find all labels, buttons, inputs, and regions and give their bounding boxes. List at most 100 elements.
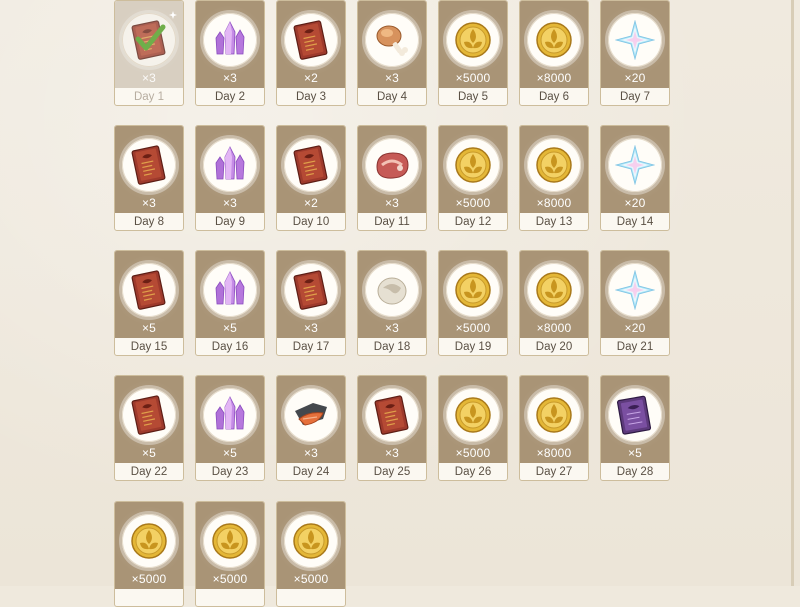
reward-card[interactable]: ×5000 Day 19 — [438, 250, 508, 356]
item-quantity: ×3 — [384, 446, 400, 460]
reward-card[interactable]: ×5000 — [195, 501, 265, 607]
item-frame — [203, 514, 257, 568]
item-quantity: ×3 — [384, 196, 400, 210]
reward-card[interactable]: ×3 Day 8 — [114, 125, 184, 231]
egg-icon — [377, 277, 407, 305]
mora-coin-icon — [293, 523, 329, 559]
item-frame — [365, 138, 419, 192]
item-quantity: ×5000 — [212, 572, 248, 586]
reward-card-top: ×5 — [196, 251, 264, 338]
primogem-icon — [615, 145, 655, 185]
day-label: Day 15 — [130, 341, 168, 353]
item-quantity: ×8000 — [536, 196, 572, 210]
reward-card[interactable]: ×2 Day 3 — [276, 0, 346, 106]
item-frame — [365, 13, 419, 67]
reward-card[interactable]: ×3 Day 2 — [195, 0, 265, 106]
item-frame — [608, 388, 662, 442]
reward-card-top: ×5000 — [439, 126, 507, 213]
reward-card[interactable]: ×3 Day 9 — [195, 125, 265, 231]
reward-card-top: ×5000 — [196, 502, 264, 589]
reward-card[interactable]: ×5000 — [114, 501, 184, 607]
reward-card[interactable]: ×3 Day 1 — [114, 0, 184, 106]
recipe-book-icon — [131, 395, 166, 435]
mora-coin-icon — [131, 523, 167, 559]
item-frame — [203, 263, 257, 317]
item-quantity: ×5000 — [455, 196, 491, 210]
item-quantity: ×5000 — [455, 321, 491, 335]
reward-card[interactable]: ×5 Day 23 — [195, 375, 265, 481]
day-label: Day 6 — [538, 91, 570, 103]
reward-card[interactable]: ×2 Day 10 — [276, 125, 346, 231]
item-frame — [122, 388, 176, 442]
reward-card-top: ×20 — [601, 251, 669, 338]
item-quantity: ×5000 — [455, 71, 491, 85]
reward-card[interactable]: ×5 Day 28 — [600, 375, 670, 481]
primogem-icon — [615, 270, 655, 310]
item-frame — [203, 138, 257, 192]
reward-card[interactable]: ×5 Day 16 — [195, 250, 265, 356]
reward-card-top: ×3 — [277, 251, 345, 338]
reward-card[interactable]: ×3 Day 11 — [357, 125, 427, 231]
reward-card-top: ×8000 — [520, 1, 588, 88]
sparkle-icon — [169, 11, 177, 19]
reward-card-top: ×3 — [358, 251, 426, 338]
chicken-leg-icon — [376, 25, 408, 56]
day-label: Day 21 — [616, 341, 654, 353]
reward-card-top: ×5 — [115, 251, 183, 338]
mora-coin-icon — [536, 22, 572, 58]
recipe-book-icon — [293, 20, 328, 60]
crystal-icon — [215, 146, 245, 180]
day-label: Day 16 — [211, 341, 249, 353]
reward-card[interactable]: ×8000 Day 27 — [519, 375, 589, 481]
item-quantity: ×5 — [222, 321, 238, 335]
reward-card-top: ×3 — [277, 376, 345, 463]
crystal-icon — [215, 271, 245, 305]
reward-card[interactable]: ×3 Day 24 — [276, 375, 346, 481]
reward-card[interactable]: ×5 Day 22 — [114, 375, 184, 481]
day-label: Day 7 — [619, 91, 651, 103]
item-frame — [608, 138, 662, 192]
day-label: Day 8 — [133, 216, 165, 228]
reward-card[interactable]: ×3 Day 4 — [357, 0, 427, 106]
item-frame — [284, 13, 338, 67]
day-label: Day 18 — [373, 341, 411, 353]
item-quantity: ×3 — [384, 71, 400, 85]
reward-card[interactable]: ×3 Day 17 — [276, 250, 346, 356]
reward-card[interactable]: ×5000 — [276, 501, 346, 607]
item-quantity: ×5000 — [293, 572, 329, 586]
reward-card-top: ×5000 — [439, 1, 507, 88]
day-label: Day 1 — [133, 91, 165, 103]
reward-card-top: ×20 — [601, 1, 669, 88]
item-quantity: ×8000 — [536, 446, 572, 460]
reward-card[interactable]: ×20 Day 21 — [600, 250, 670, 356]
item-frame — [527, 388, 581, 442]
reward-card[interactable]: ×5000 Day 5 — [438, 0, 508, 106]
item-frame — [527, 13, 581, 67]
item-quantity: ×3 — [222, 196, 238, 210]
recipe-book-icon — [293, 270, 328, 310]
day-label: Day 26 — [454, 466, 492, 478]
reward-card[interactable]: ×5000 Day 12 — [438, 125, 508, 231]
crystal-icon — [215, 396, 245, 430]
reward-card[interactable]: ×8000 Day 13 — [519, 125, 589, 231]
item-frame — [203, 388, 257, 442]
reward-card[interactable]: ×8000 Day 6 — [519, 0, 589, 106]
day-label: Day 11 — [374, 216, 410, 228]
reward-card[interactable]: ×20 Day 14 — [600, 125, 670, 231]
day-label: Day 4 — [376, 91, 408, 103]
item-frame — [608, 13, 662, 67]
primogem-icon — [615, 20, 655, 60]
reward-card[interactable]: ×5000 Day 26 — [438, 375, 508, 481]
item-frame — [365, 388, 419, 442]
item-frame — [122, 514, 176, 568]
reward-card[interactable]: ×3 Day 25 — [357, 375, 427, 481]
reward-card-top: ×5 — [196, 376, 264, 463]
reward-card[interactable]: ×20 Day 7 — [600, 0, 670, 106]
day-label: Day 17 — [292, 341, 330, 353]
reward-card[interactable]: ×8000 Day 20 — [519, 250, 589, 356]
item-frame — [527, 263, 581, 317]
item-quantity: ×3 — [141, 196, 157, 210]
item-frame — [284, 388, 338, 442]
reward-card[interactable]: ×3 Day 18 — [357, 250, 427, 356]
reward-card[interactable]: ×5 Day 15 — [114, 250, 184, 356]
